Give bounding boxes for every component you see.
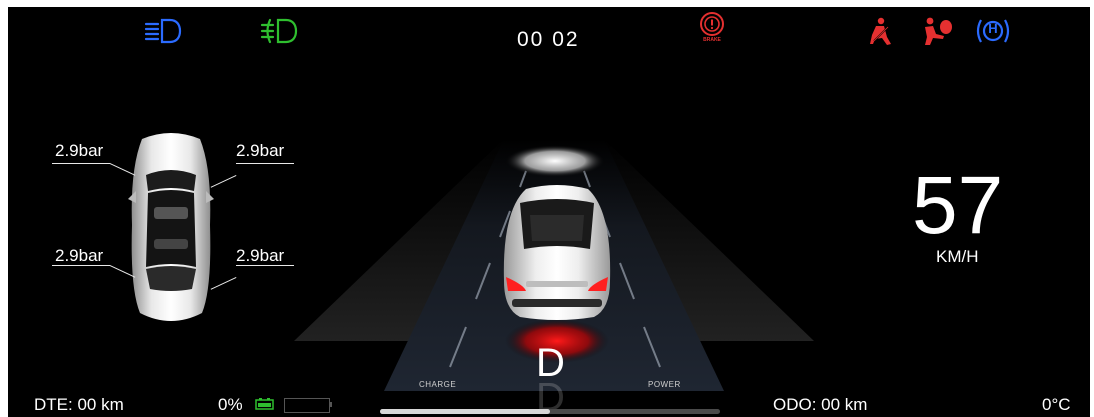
charge-label: CHARGE [419,380,457,389]
tire-pressure-front-right: 2.9bar [236,141,285,160]
seatbelt-warning-icon [867,17,895,47]
distance-to-empty: DTE: 00 km [34,395,124,414]
fog-light-icon [260,17,300,45]
odometer: ODO: 00 km [773,395,868,414]
tire-pressure-front-left: 2.9bar [55,141,104,160]
clock: 00 02 [517,28,580,51]
low-beam-icon [144,17,184,45]
instrument-cluster: 00 02 BRAKE H 2.9bar 2.9bar 2.9bar 2.9ba… [8,7,1090,417]
power-label: POWER [648,380,681,389]
speed-unit: KM/H [936,247,979,266]
tire-line-front-right [236,163,294,164]
speed-value: 57 [912,160,1004,251]
tire-pressure-rear-right: 2.9bar [236,246,285,265]
battery-gauge [284,398,330,413]
car-top-view-icon [124,129,218,330]
battery-percent: 0% [218,395,243,414]
brake-label: BRAKE [703,37,721,43]
tire-pressure-rear-left: 2.9bar [55,246,104,265]
power-meter-fill [380,409,550,414]
battery-gauge-tip [329,402,332,407]
airbag-warning-icon [920,17,954,47]
battery-icon [255,398,275,410]
outside-temperature: 0°C [1042,395,1071,414]
tire-line-front-left [52,163,110,164]
hold-label: H [988,21,998,36]
power-meter-bar [380,409,720,414]
